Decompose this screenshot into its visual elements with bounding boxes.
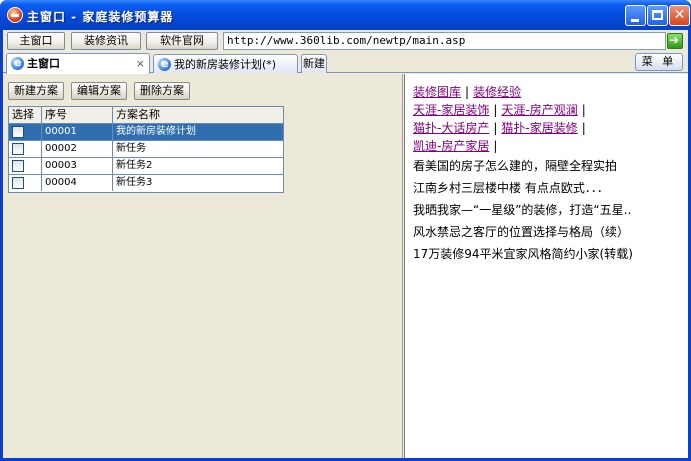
toolbar: 主窗口 装修资讯 软件官网 http://www.360lib.com/newt…	[3, 30, 688, 52]
table-row[interactable]: 00003 新任务2	[9, 158, 283, 175]
column-header-number[interactable]: 序号	[42, 107, 113, 123]
link-row: 天涯-家居装饰 | 天涯-房产观澜 |	[413, 102, 590, 118]
article-link[interactable]: 看美国的房子怎么建的，隔壁全程实拍	[413, 158, 617, 174]
row-number: 00004	[42, 175, 113, 191]
go-arrow-icon[interactable]	[667, 33, 683, 49]
link-row: 装修图库 | 装修经验	[413, 84, 521, 100]
plan-table: 选择 序号 方案名称 00001 我的新房装修计划 00002 新任务 0000…	[8, 106, 284, 193]
link-mop-realestate[interactable]: 猫扑-大话房产	[413, 121, 489, 135]
tab-new[interactable]: 新建	[301, 54, 327, 73]
link-decor-experience[interactable]: 装修经验	[473, 85, 521, 99]
row-checkbox[interactable]	[12, 126, 24, 138]
article-link[interactable]: 江南乡村三层楼中楼 有点点欧式．．．	[413, 180, 609, 196]
column-header-name[interactable]: 方案名称	[113, 107, 283, 123]
row-plan-name: 我的新房装修计划	[113, 124, 283, 140]
close-button[interactable]: ✕	[669, 5, 690, 26]
minimize-button[interactable]	[625, 5, 646, 26]
edit-plan-button[interactable]: 编辑方案	[71, 82, 127, 100]
row-select-cell	[9, 141, 42, 157]
home-window-button[interactable]: 主窗口	[7, 32, 65, 50]
decor-info-button[interactable]: 装修资讯	[71, 32, 141, 50]
link-tianya-realestate[interactable]: 天涯-房产观澜	[501, 103, 577, 117]
close-icon: ✕	[673, 7, 686, 23]
article-link[interactable]: 17万装修94平米宜家风格简约小家(转载)	[413, 246, 633, 262]
link-tianya-home[interactable]: 天涯-家居装饰	[413, 103, 489, 117]
official-site-button[interactable]: 软件官网	[146, 32, 218, 50]
article-link[interactable]: 我晒我家—“一星级”的装修，打造“五星..	[413, 202, 631, 218]
row-number: 00003	[42, 158, 113, 174]
row-plan-name: 新任务	[116, 143, 146, 154]
app-window: 主窗口 - 家庭装修预算器 ✕ 主窗口 装修资讯 软件官网 http://www…	[0, 0, 691, 461]
row-select-cell	[9, 124, 42, 140]
tab-renovation-plan[interactable]: 我的新房装修计划(*)	[153, 54, 298, 73]
link-separator: |	[465, 85, 470, 99]
window-title: 主窗口 - 家庭装修预算器	[27, 10, 174, 24]
app-logo-icon	[7, 7, 23, 23]
link-kdnet-home[interactable]: 凯迪-房产家居	[413, 139, 489, 153]
new-plan-button[interactable]: 新建方案	[8, 82, 64, 100]
maximize-button[interactable]	[647, 5, 668, 26]
row-number: 00002	[42, 141, 113, 157]
table-row[interactable]: 00001 我的新房装修计划	[9, 124, 283, 141]
link-separator: |	[581, 103, 586, 117]
row-plan-name: 新任务2	[116, 160, 153, 171]
tab-main-window[interactable]: 主窗口 ×	[6, 53, 150, 74]
row-checkbox[interactable]	[12, 143, 24, 155]
tab-strip: 主窗口 × 我的新房装修计划(*) 新建 菜 单	[3, 52, 688, 74]
link-row: 猫扑-大话房产 | 猫扑-家居装修 |	[413, 120, 590, 136]
url-input[interactable]: http://www.360lib.com/newtp/main.asp	[223, 32, 666, 50]
link-decor-gallery[interactable]: 装修图库	[413, 85, 461, 99]
tab-label: 主窗口	[27, 57, 60, 70]
link-separator: |	[493, 121, 498, 135]
table-row[interactable]: 00004 新任务3	[9, 175, 283, 192]
ie-icon	[158, 55, 171, 72]
link-mop-decor[interactable]: 猫扑-家居装修	[501, 121, 577, 135]
client-area: 主窗口 装修资讯 软件官网 http://www.360lib.com/newt…	[3, 30, 688, 458]
tab-close-icon[interactable]: ×	[136, 55, 145, 72]
tab-label: 我的新房装修计划(*)	[174, 58, 277, 71]
ie-icon	[11, 54, 24, 71]
row-checkbox[interactable]	[12, 177, 24, 189]
delete-plan-button[interactable]: 删除方案	[134, 82, 190, 100]
article-link[interactable]: 风水禁忌之客厅的位置选择与格局（续）	[413, 224, 629, 240]
table-header: 选择 序号 方案名称	[9, 107, 283, 124]
link-row: 凯迪-房产家居 |	[413, 138, 501, 154]
row-plan-name: 新任务3	[116, 177, 153, 188]
link-separator: |	[493, 103, 498, 117]
news-pane: 装修图库 | 装修经验 天涯-家居装饰 | 天涯-房产观澜 | 猫扑-大话房产 | 猫扑-家居…	[404, 74, 688, 458]
table-row[interactable]: 00002 新任务	[9, 141, 283, 158]
column-header-select[interactable]: 选择	[9, 107, 42, 123]
link-separator: |	[581, 121, 586, 135]
row-number: 00001	[42, 124, 113, 140]
menu-button[interactable]: 菜 单	[635, 53, 683, 71]
row-select-cell	[9, 175, 42, 191]
title-bar[interactable]: 主窗口 - 家庭装修预算器 ✕	[0, 0, 691, 30]
plan-list-pane: 新建方案 编辑方案 删除方案 选择 序号 方案名称 00001 我的新房装修计划…	[3, 74, 403, 458]
row-select-cell	[9, 158, 42, 174]
link-separator: |	[493, 139, 498, 153]
row-checkbox[interactable]	[12, 160, 24, 172]
